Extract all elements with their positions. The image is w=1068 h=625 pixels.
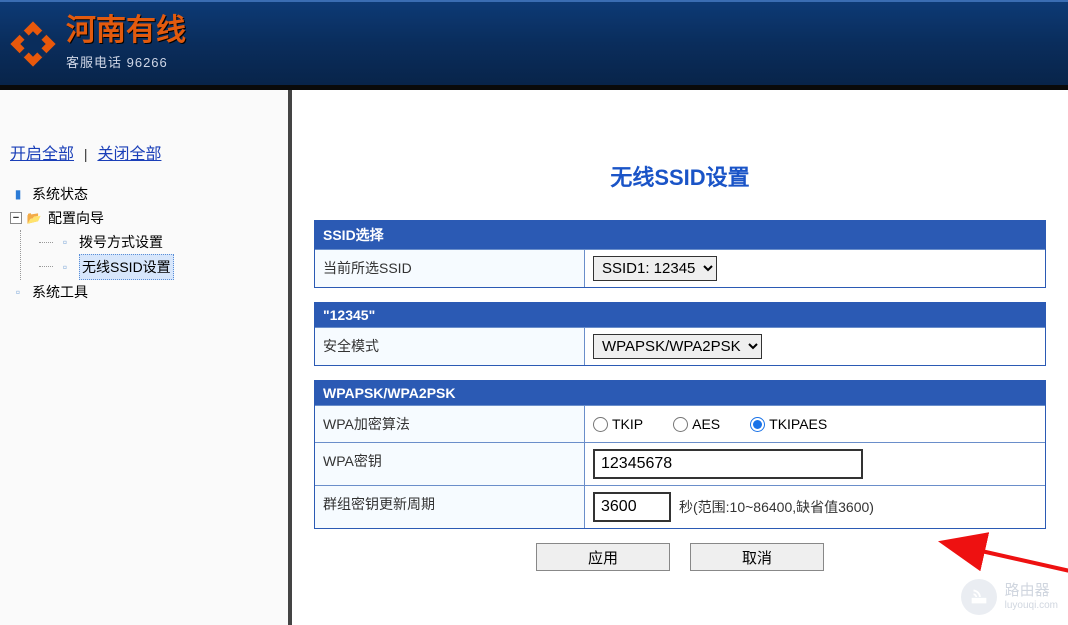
current-ssid-label: 当前所选SSID [315, 250, 585, 287]
brand-name: 河南有线 [66, 16, 186, 46]
tree-item-system-status[interactable]: ▮ 系统状态 [10, 182, 278, 206]
expand-all-link[interactable]: 开启全部 [10, 146, 74, 163]
security-panel: "12345" 安全模式 WPAPSK/WPA2PSK [314, 302, 1046, 366]
main-content: 无线SSID设置 SSID选择 当前所选SSID SSID1: 12345 "1… [292, 90, 1068, 625]
apply-button[interactable]: 应用 [536, 543, 670, 571]
algo-option-aes[interactable]: AES [673, 416, 720, 432]
page-icon: ▫ [57, 259, 73, 275]
panel-header: WPAPSK/WPA2PSK [315, 381, 1045, 405]
router-icon [961, 579, 997, 615]
algo-label: WPA加密算法 [315, 406, 585, 442]
security-mode-select[interactable]: WPAPSK/WPA2PSK [593, 334, 762, 359]
nav-tree: ▮ 系统状态 − 📂 配置向导 ▫ 拨号方式设置 [10, 182, 278, 304]
panel-header: SSID选择 [315, 221, 1045, 249]
brand-subtitle: 客服电话 96266 [66, 52, 186, 71]
ssid-select[interactable]: SSID1: 12345 [593, 256, 717, 281]
page-title: 无线SSID设置 [314, 160, 1046, 192]
collapse-icon[interactable]: − [10, 212, 22, 224]
status-icon: ▮ [10, 186, 26, 202]
separator: | [84, 146, 88, 162]
sidebar: 开启全部 | 关闭全部 ▮ 系统状态 − 📂 配置向导 [0, 90, 292, 625]
tree-item-dial-settings[interactable]: ▫ 拨号方式设置 [57, 230, 278, 254]
page-icon: ▫ [10, 284, 26, 300]
rekey-label: 群组密钥更新周期 [315, 486, 585, 528]
algo-option-tkipaes[interactable]: TKIPAES [750, 416, 827, 432]
page-icon: ▫ [57, 234, 73, 250]
watermark-sub: luyouqi.com [1005, 600, 1058, 611]
brand-block: 河南有线 客服电话 96266 [66, 16, 186, 71]
action-bar: 应用 取消 [314, 543, 1046, 571]
tree-item-system-tools[interactable]: ▫ 系统工具 [10, 280, 278, 304]
wpa-key-input[interactable] [593, 449, 863, 479]
collapse-all-link[interactable]: 关闭全部 [97, 146, 161, 163]
rekey-note: 秒(范围:10~86400,缺省值3600) [679, 497, 874, 517]
algo-option-tkip[interactable]: TKIP [593, 416, 643, 432]
app-header: 河南有线 客服电话 96266 [0, 0, 1068, 90]
ssid-select-panel: SSID选择 当前所选SSID SSID1: 12345 [314, 220, 1046, 288]
tree-item-wireless-ssid[interactable]: ▫ 无线SSID设置 [57, 254, 278, 280]
wpa-key-label: WPA密钥 [315, 443, 585, 485]
tree-item-config-wizard[interactable]: − 📂 配置向导 [10, 206, 278, 230]
folder-icon: 📂 [26, 210, 42, 226]
rekey-input[interactable] [593, 492, 671, 522]
brand-logo [8, 19, 58, 69]
tree-controls: 开启全部 | 关闭全部 [10, 140, 278, 164]
watermark-title: 路由器 [1005, 583, 1058, 600]
watermark: 路由器 luyouqi.com [961, 579, 1058, 615]
panel-header: "12345" [315, 303, 1045, 327]
wpa-panel: WPAPSK/WPA2PSK WPA加密算法 TKIP AES TKIPAES … [314, 380, 1046, 529]
cancel-button[interactable]: 取消 [690, 543, 824, 571]
security-mode-label: 安全模式 [315, 328, 585, 365]
